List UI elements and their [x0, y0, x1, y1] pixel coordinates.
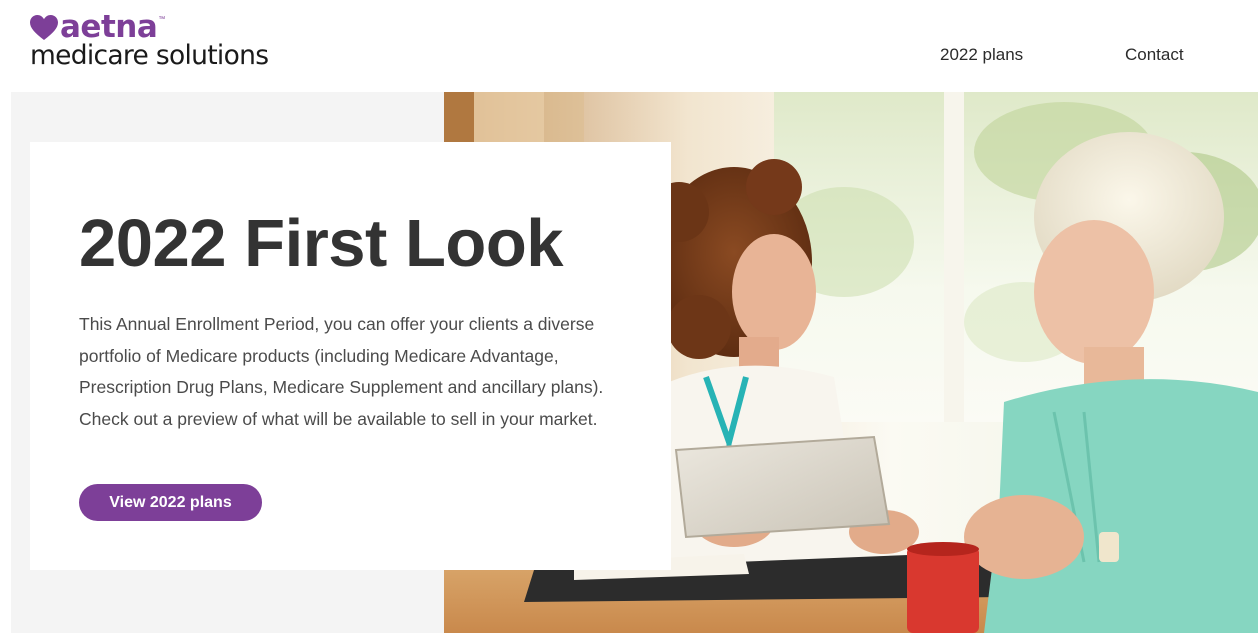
site-header: aetna ™ medicare solutions 2022 plans Co… [0, 0, 1258, 92]
view-2022-plans-button[interactable]: View 2022 plans [79, 484, 262, 521]
heart-icon [30, 15, 58, 40]
aetna-medicare-logo[interactable]: aetna ™ medicare solutions [30, 10, 270, 80]
hero-card: 2022 First Look This Annual Enrollment P… [30, 142, 671, 570]
hero-description: This Annual Enrollment Period, you can o… [79, 314, 604, 429]
page: aetna ™ medicare solutions 2022 plans Co… [0, 0, 1258, 633]
hero-section: 2022 First Look This Annual Enrollment P… [11, 92, 1258, 633]
hero-title: 2022 First Look [79, 206, 564, 281]
logo-trademark: ™ [158, 16, 166, 23]
logo-wordmark: aetna [60, 9, 158, 45]
logo-subtitle: medicare solutions [30, 40, 269, 71]
nav-link-2022-plans[interactable]: 2022 plans [940, 45, 1023, 65]
nav-link-contact[interactable]: Contact [1125, 45, 1184, 65]
